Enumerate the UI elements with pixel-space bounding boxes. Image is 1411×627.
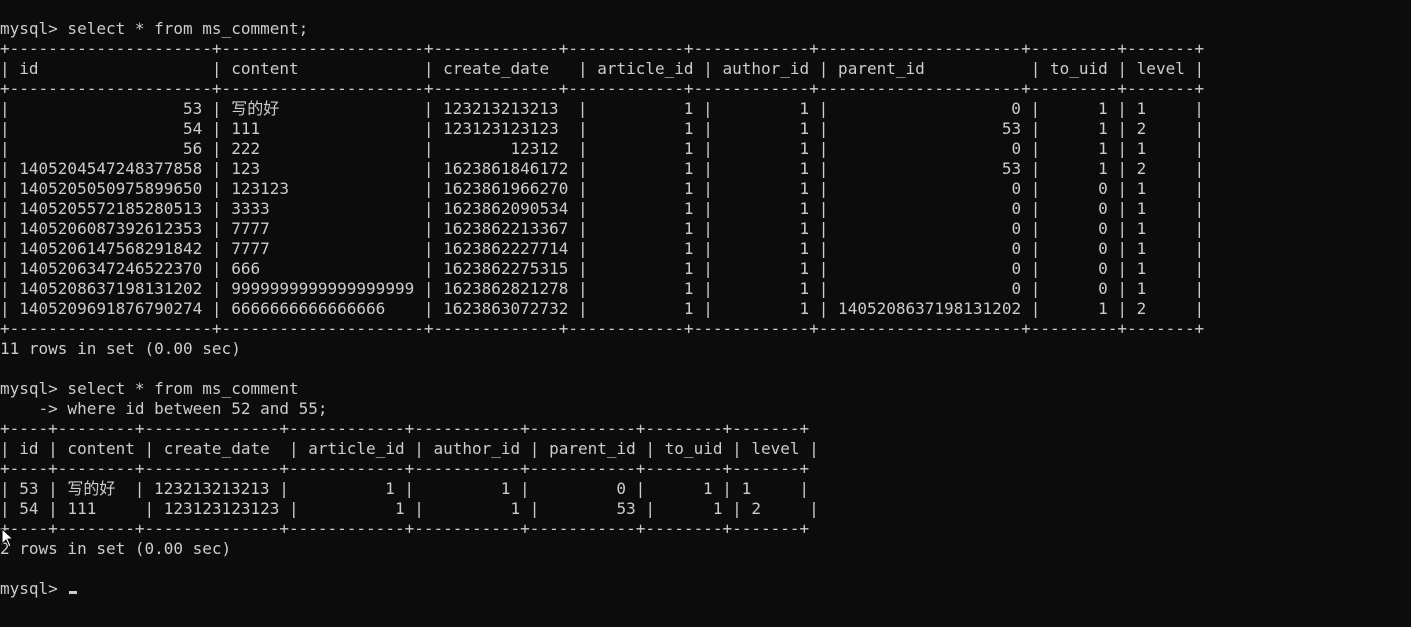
table-row: | 53 | 写的好 | 123213213213 | 1 | 1 | 0 | … [0,99,1204,118]
continuation-line: -> where id between 52 and 55; [0,399,328,418]
table-row: | 1405206087392612353 | 7777 | 162386221… [0,219,1205,238]
result-summary: 11 rows in set (0.00 sec) [0,339,241,358]
table-header-row: | id | content | create_date | article_i… [0,439,819,458]
table-header-row: | id | content | create_date | article_i… [0,59,1205,78]
prompt-text: mysql> [0,579,68,598]
table-row: | 1405205050975899650 | 123123 | 1623861… [0,179,1205,198]
terminal-output[interactable]: mysql> select * from ms_comment; +-------… [0,19,1204,599]
table-row: | 53 | 写的好 | 123213213213 | 1 | 1 | 0 | … [0,479,809,498]
table-row: | 1405208637198131202 | 9999999999999999… [0,279,1205,298]
table-border: +---------------------+-----------------… [0,39,1205,58]
result-summary: 2 rows in set (0.00 sec) [0,539,232,558]
table-row: | 1405206147568291842 | 7777 | 162386222… [0,239,1205,258]
table-border: +----+--------+--------------+----------… [0,519,810,538]
table-row: | 1405206347246522370 | 666 | 1623862275… [0,259,1205,278]
table-border: +----+--------+--------------+----------… [0,459,810,478]
table-row: | 1405205572185280513 | 3333 | 162386209… [0,199,1205,218]
table-border: +---------------------+-----------------… [0,79,1205,98]
active-prompt-line[interactable]: mysql> [0,579,1204,599]
table-row: | 56 | 222 | 12312 | 1 | 1 | 0 | 1 | 1 | [0,139,1205,158]
table-row: | 1405204547248377858 | 123 | 1623861846… [0,159,1205,178]
prompt-line: mysql> select * from ms_comment; [0,19,309,38]
mouse-pointer-icon [1,528,15,548]
table-row: | 54 | 111 | 123123123123 | 1 | 1 | 53 |… [0,119,1205,138]
prompt-line: mysql> select * from ms_comment [0,379,299,398]
table-row: | 1405209691876790274 | 6666666666666666… [0,299,1205,318]
table-border: +----+--------+--------------+----------… [0,419,810,438]
text-cursor [69,591,78,594]
table-border: +---------------------+-----------------… [0,319,1205,338]
table-row: | 54 | 111 | 123123123123 | 1 | 1 | 53 |… [0,499,819,518]
